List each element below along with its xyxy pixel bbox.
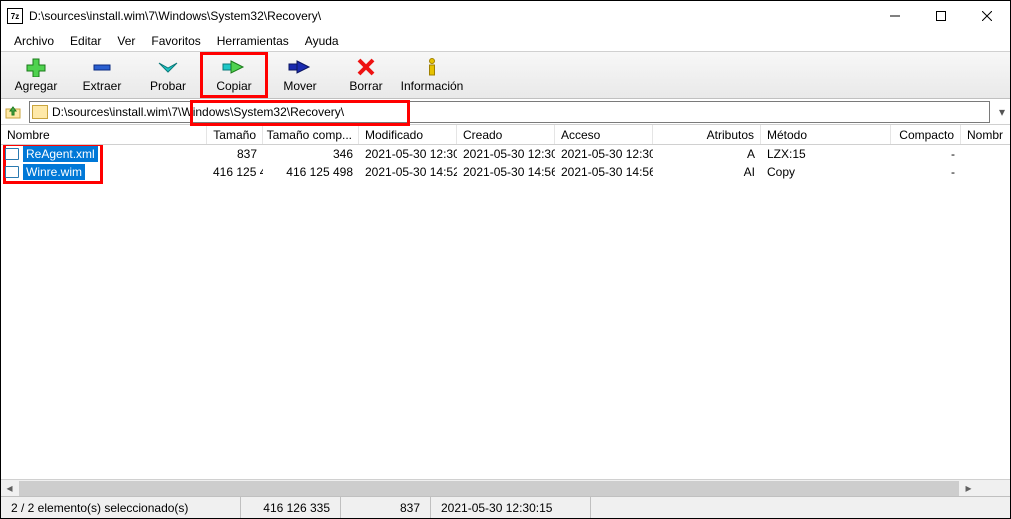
menu-bar: Archivo Editar Ver Favoritos Herramienta… [1, 31, 1010, 51]
extract-button[interactable]: Extraer [69, 53, 135, 97]
col-atributos[interactable]: Atributos [653, 125, 761, 144]
scroll-thumb[interactable] [19, 481, 959, 496]
status-bar: 2 / 2 elemento(s) seleccionado(s) 416 12… [1, 496, 1010, 518]
delete-button[interactable]: Borrar [333, 53, 399, 97]
titlebar: 7z D:\sources\install.wim\7\Windows\Syst… [1, 1, 1010, 31]
status-seltotal: 837 [341, 497, 431, 518]
app-icon: 7z [7, 8, 23, 24]
scroll-right-icon[interactable]: ▸ [960, 480, 977, 497]
status-selection: 2 / 2 elemento(s) seleccionado(s) [1, 497, 241, 518]
minus-icon [91, 57, 113, 77]
col-tamano[interactable]: Tamaño [207, 125, 263, 144]
path-input[interactable]: D:\sources\install.wim\7\Windows\System3… [29, 101, 990, 123]
move-button[interactable]: Mover [267, 53, 333, 97]
info-button[interactable]: Información [399, 53, 465, 97]
file-icon [5, 148, 19, 160]
window-buttons [872, 1, 1010, 31]
maximize-button[interactable] [918, 1, 964, 31]
copy-button[interactable]: Copiar [201, 53, 267, 97]
col-nombre2[interactable]: Nombr [961, 125, 1005, 144]
scroll-left-icon[interactable]: ◂ [1, 480, 18, 497]
col-metodo[interactable]: Método [761, 125, 891, 144]
check-icon [157, 57, 179, 77]
path-dropdown[interactable]: ▾ [994, 105, 1010, 119]
status-total: 416 126 335 [241, 497, 341, 518]
menu-favoritos[interactable]: Favoritos [144, 32, 207, 50]
window-title: D:\sources\install.wim\7\Windows\System3… [29, 9, 872, 23]
file-name: Winre.wim [23, 164, 85, 180]
file-name: ReAgent.xml [23, 146, 98, 162]
col-tamcomp[interactable]: Tamaño comp... [263, 125, 359, 144]
menu-ayuda[interactable]: Ayuda [298, 32, 346, 50]
col-modificado[interactable]: Modificado [359, 125, 457, 144]
menu-herramientas[interactable]: Herramientas [210, 32, 296, 50]
horizontal-scrollbar[interactable]: ◂ ▸ [1, 479, 1010, 496]
menu-archivo[interactable]: Archivo [7, 32, 61, 50]
file-icon [5, 166, 19, 178]
plus-icon [25, 57, 47, 77]
info-icon [422, 57, 442, 77]
status-empty [591, 497, 1010, 518]
copy-arrow-icon [221, 57, 247, 77]
folder-icon [32, 105, 48, 119]
minimize-button[interactable] [872, 1, 918, 31]
move-arrow-icon [287, 57, 313, 77]
toolbar: Agregar Extraer Probar Copiar Mover Borr… [1, 51, 1010, 99]
add-button[interactable]: Agregar [3, 53, 69, 97]
file-list[interactable]: ReAgent.xml 837 346 2021-05-30 12:30 202… [1, 145, 1010, 479]
col-creado[interactable]: Creado [457, 125, 555, 144]
app-window: 7z D:\sources\install.wim\7\Windows\Syst… [0, 0, 1011, 519]
col-compacto[interactable]: Compacto [891, 125, 961, 144]
nav-up-button[interactable] [1, 100, 25, 124]
x-icon [356, 57, 376, 77]
menu-editar[interactable]: Editar [63, 32, 108, 50]
list-item[interactable]: ReAgent.xml 837 346 2021-05-30 12:30 202… [1, 145, 1010, 163]
status-date: 2021-05-30 12:30:15 [431, 497, 591, 518]
col-nombre[interactable]: Nombre [1, 125, 207, 144]
folder-up-icon [5, 104, 21, 120]
column-headers: Nombre Tamaño Tamaño comp... Modificado … [1, 125, 1010, 145]
close-button[interactable] [964, 1, 1010, 31]
menu-ver[interactable]: Ver [110, 32, 142, 50]
address-bar: D:\sources\install.wim\7\Windows\System3… [1, 99, 1010, 125]
col-acceso[interactable]: Acceso [555, 125, 653, 144]
list-item[interactable]: Winre.wim 416 125 498 416 125 498 2021-0… [1, 163, 1010, 181]
path-text: D:\sources\install.wim\7\Windows\System3… [52, 105, 344, 119]
test-button[interactable]: Probar [135, 53, 201, 97]
